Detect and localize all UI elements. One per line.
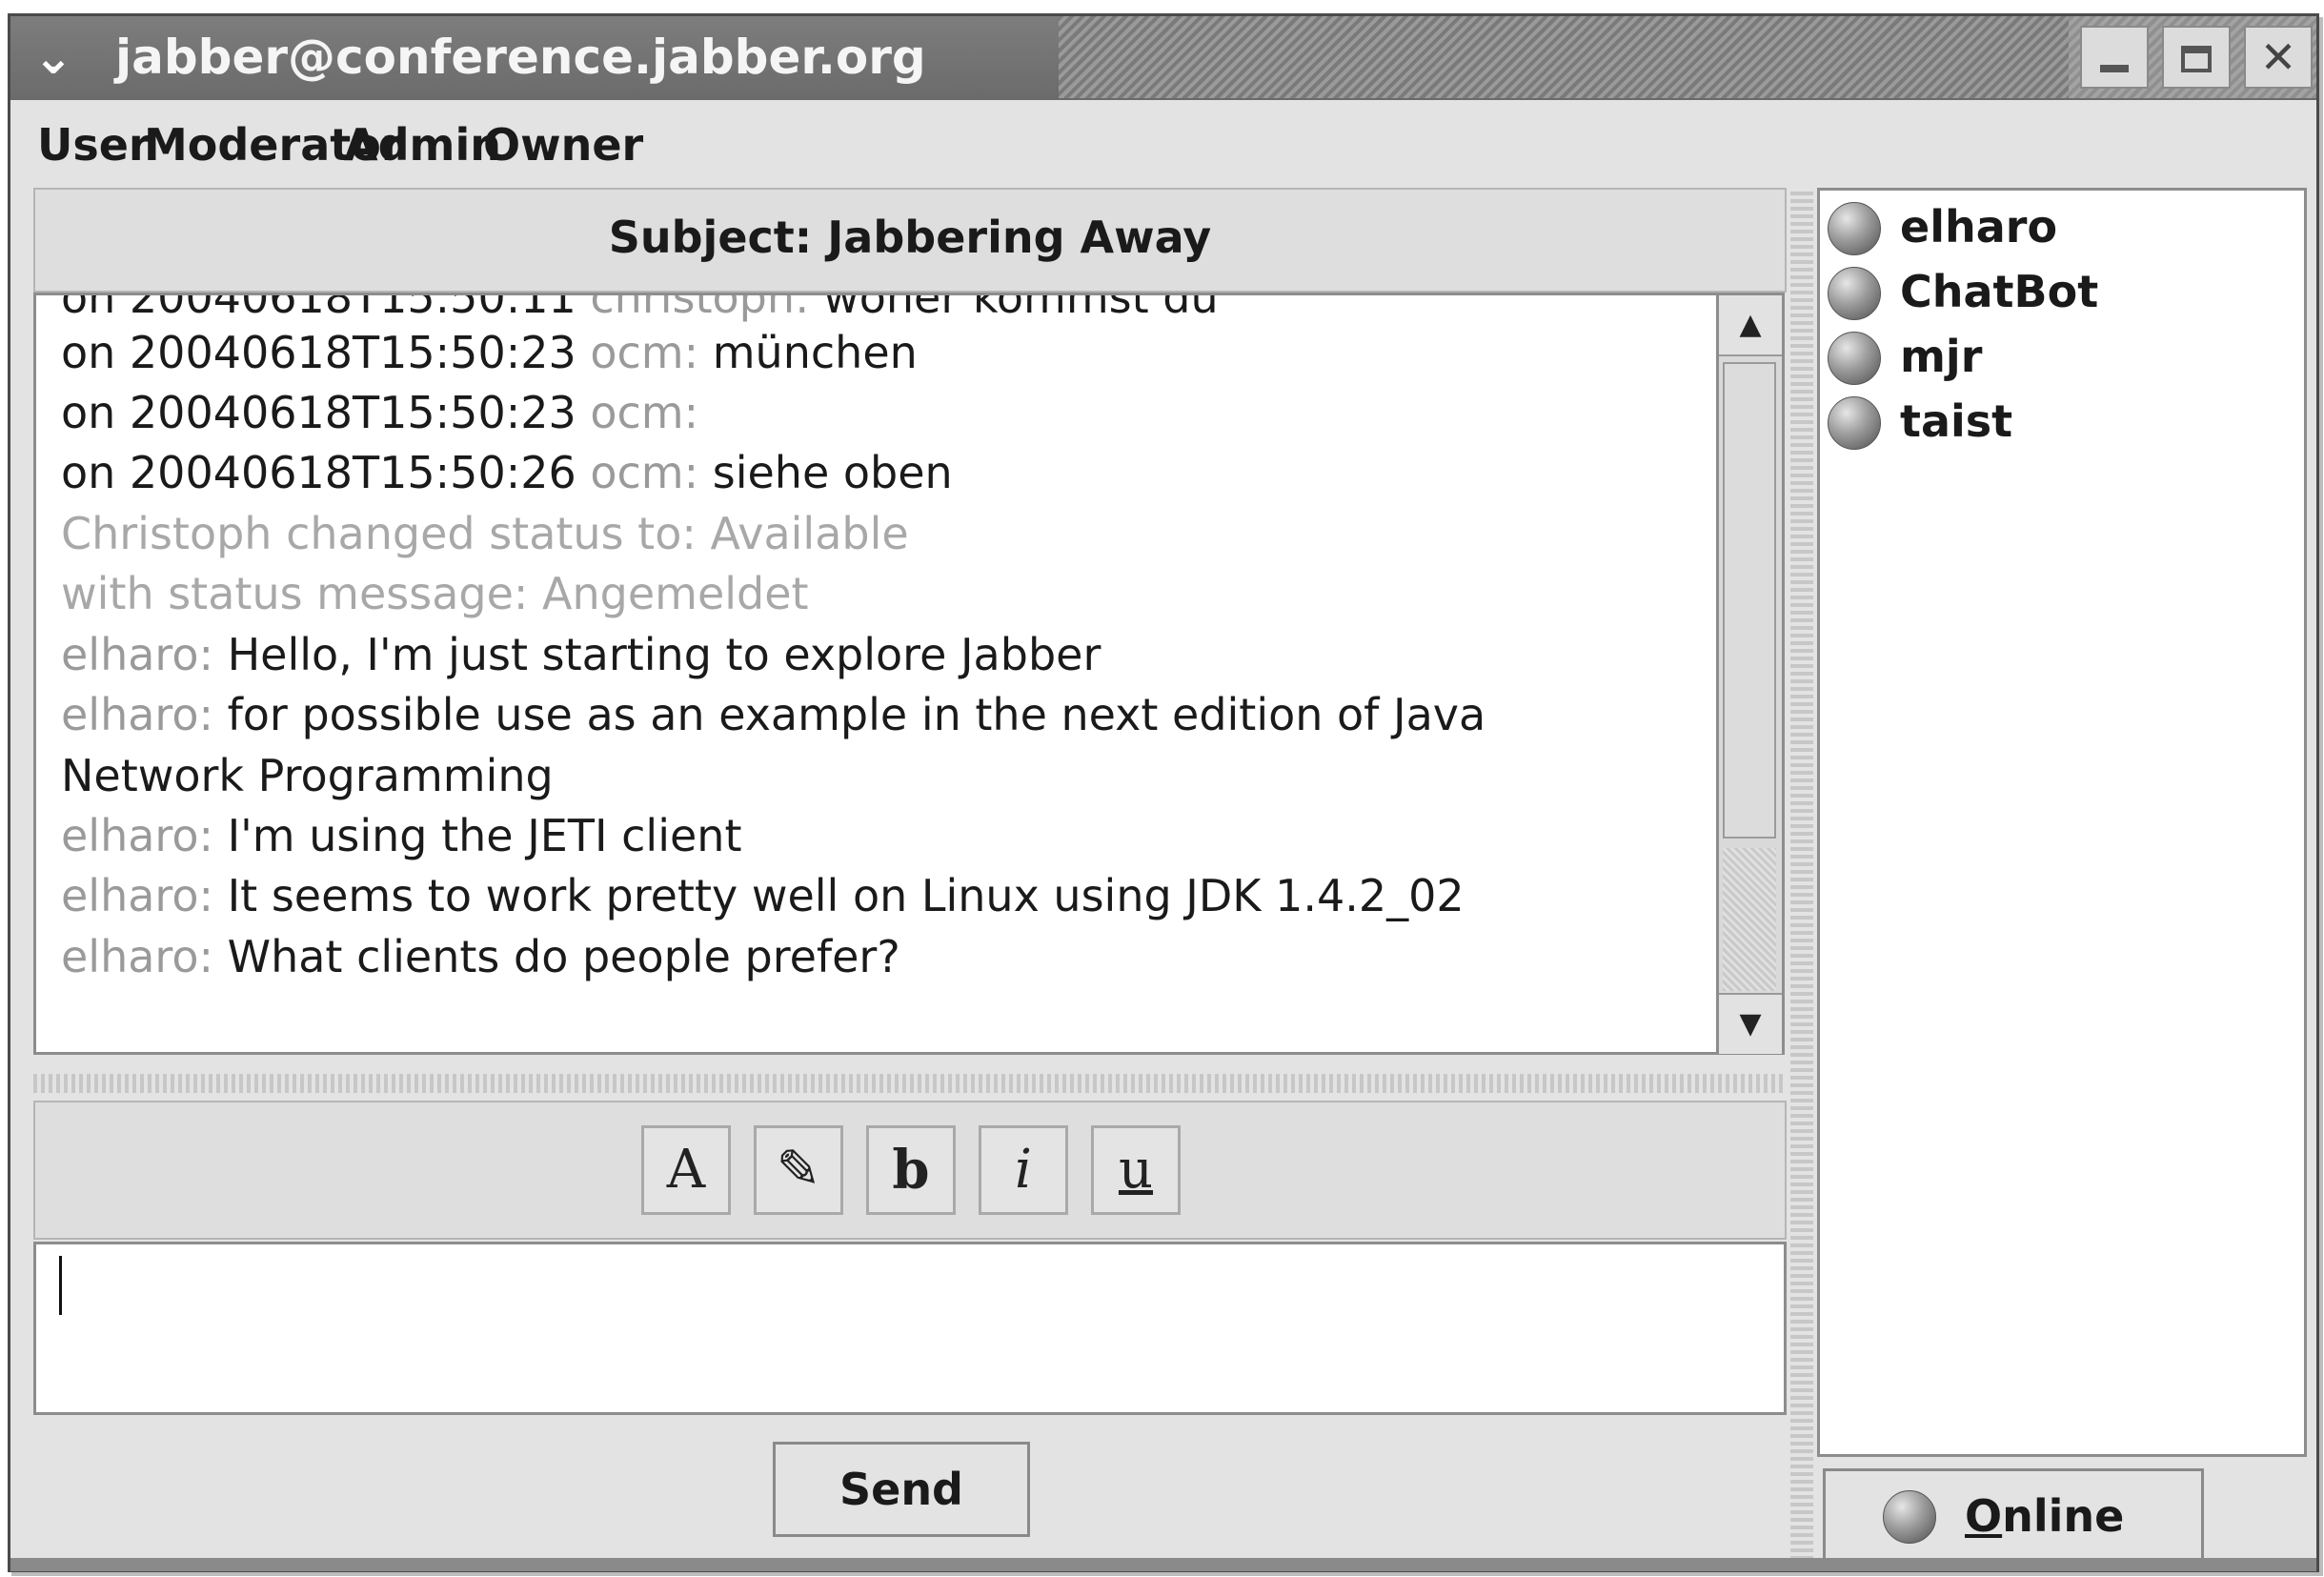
color-button[interactable]: ✎	[754, 1125, 843, 1215]
font-icon: A	[666, 1139, 706, 1201]
minimize-button[interactable]	[2080, 26, 2149, 89]
vertical-splitter[interactable]	[1790, 188, 1813, 1560]
log-text: woher kommst du	[823, 293, 1219, 323]
log-message-continuation: Network Programming	[61, 750, 554, 801]
window-bottom-edge	[10, 1558, 2316, 1571]
title-bar[interactable]: ⌄ jabber@conference.jabber.org ✕	[10, 16, 2316, 100]
roster-name: taist	[1900, 395, 2013, 447]
font-button[interactable]: A	[641, 1125, 731, 1215]
scrollbar-thumb[interactable]	[1723, 362, 1776, 839]
log-status-line: with status message: Angemeldet	[61, 568, 809, 619]
pen-icon: ✎	[776, 1139, 821, 1201]
close-icon: ✕	[2259, 31, 2297, 83]
bold-button[interactable]: b	[866, 1125, 956, 1215]
log-nick: ocm:	[590, 447, 699, 498]
bold-icon: b	[892, 1139, 930, 1202]
log-message: elharo: What clients do people prefer?	[61, 928, 900, 985]
log-nick: elharo:	[61, 931, 213, 982]
log-timestamp: on 20040618T15:50:23	[61, 327, 576, 378]
maximize-button[interactable]	[2162, 26, 2231, 89]
log-status-line: Christoph changed status to: Available	[61, 508, 909, 559]
subject-header: Subject: Jabbering Away	[33, 188, 1787, 293]
italic-icon: i	[1015, 1139, 1032, 1201]
underline-icon: u	[1118, 1139, 1154, 1201]
text-caret	[59, 1256, 62, 1315]
log-nick: christoph:	[590, 293, 810, 323]
presence-ball-icon	[1883, 1490, 1936, 1544]
italic-button[interactable]: i	[979, 1125, 1068, 1215]
chevron-down-icon[interactable]: ⌄	[24, 28, 83, 87]
log-message: elharo: It seems to work pretty well on …	[61, 867, 1465, 924]
message-input[interactable]	[33, 1242, 1787, 1415]
log-line: on 20040618T15:50:23 ocm:	[61, 384, 698, 441]
log-nick: elharo:	[61, 810, 213, 861]
roster-item[interactable]: ChatBot	[1824, 261, 2281, 322]
roster-item[interactable]: mjr	[1824, 326, 2281, 387]
log-line: on 20040618T15:50:26 ocm: siehe oben	[61, 444, 953, 501]
log-text: Hello, I'm just starting to explore Jabb…	[227, 629, 1101, 680]
format-toolbar: A ✎ b i u	[33, 1101, 1787, 1240]
log-text: siehe oben	[712, 447, 953, 498]
roster-name: mjr	[1900, 331, 1983, 382]
log-nick: ocm:	[590, 387, 699, 438]
presence-ball-icon	[1828, 332, 1881, 385]
send-button[interactable]: Send	[773, 1442, 1030, 1537]
log-nick: elharo:	[61, 629, 213, 680]
roster-name: ChatBot	[1900, 266, 2099, 317]
log-timestamp: on 20040618T15:50:23	[61, 387, 576, 438]
log-text: münchen	[712, 327, 918, 378]
chat-log-scrollbar[interactable]: ▲ ▼	[1716, 293, 1785, 1055]
roster-list: elharo ChatBot mjr taist	[1817, 188, 2307, 1457]
log-text: for possible use as an example in the ne…	[227, 689, 1486, 740]
presence-ball-icon	[1828, 202, 1881, 255]
roster-name: elharo	[1900, 201, 2058, 253]
log-timestamp: on 20040618T15:50:26	[61, 447, 576, 498]
log-line: on 20040618T15:50:23 ocm: münchen	[61, 324, 918, 381]
underline-button[interactable]: u	[1091, 1125, 1181, 1215]
log-text: It seems to work pretty well on Linux us…	[227, 870, 1465, 921]
status-mnemonic: O	[1965, 1490, 2003, 1542]
menu-owner[interactable]: Owner	[483, 119, 643, 171]
maximize-icon	[2181, 46, 2212, 72]
scroll-up-arrow-icon[interactable]: ▲	[1719, 295, 1782, 356]
menu-user[interactable]: User	[37, 119, 151, 171]
scroll-down-arrow-icon[interactable]: ▼	[1719, 993, 1782, 1054]
log-timestamp: on 20040618T15:50:11	[61, 293, 576, 323]
menu-admin[interactable]: Admin	[344, 119, 501, 171]
log-message: elharo: I'm using the JETI client	[61, 807, 742, 864]
chat-window: ⌄ jabber@conference.jabber.org ✕ User Mo…	[8, 13, 2319, 1572]
close-button[interactable]: ✕	[2244, 26, 2313, 89]
log-message: elharo: Hello, I'm just starting to expl…	[61, 626, 1101, 683]
log-text: What clients do people prefer?	[227, 931, 900, 982]
presence-status-button[interactable]: Online	[1823, 1468, 2204, 1564]
scrollbar-grip[interactable]	[1723, 848, 1776, 991]
presence-ball-icon	[1828, 396, 1881, 450]
log-line-partial: on 20040618T15:50:11 christoph: woher ko…	[61, 293, 1219, 326]
presence-ball-icon	[1828, 267, 1881, 320]
horizontal-splitter[interactable]	[33, 1074, 1787, 1093]
menu-bar: User Moderator Admin Owner	[10, 100, 2316, 188]
status-label-rest: nline	[2002, 1490, 2125, 1542]
chat-log[interactable]: on 20040618T15:50:11 christoph: woher ko…	[33, 293, 1726, 1055]
log-nick: ocm:	[590, 327, 699, 378]
minimize-icon	[2100, 65, 2129, 72]
log-text: I'm using the JETI client	[227, 810, 742, 861]
roster-item[interactable]: elharo	[1824, 196, 2281, 257]
log-message: elharo: for possible use as an example i…	[61, 686, 1485, 743]
roster-item[interactable]: taist	[1824, 391, 2281, 452]
window-title: jabber@conference.jabber.org	[115, 30, 926, 85]
log-nick: elharo:	[61, 689, 213, 740]
log-nick: elharo:	[61, 870, 213, 921]
status-label: Online	[1965, 1471, 2124, 1561]
